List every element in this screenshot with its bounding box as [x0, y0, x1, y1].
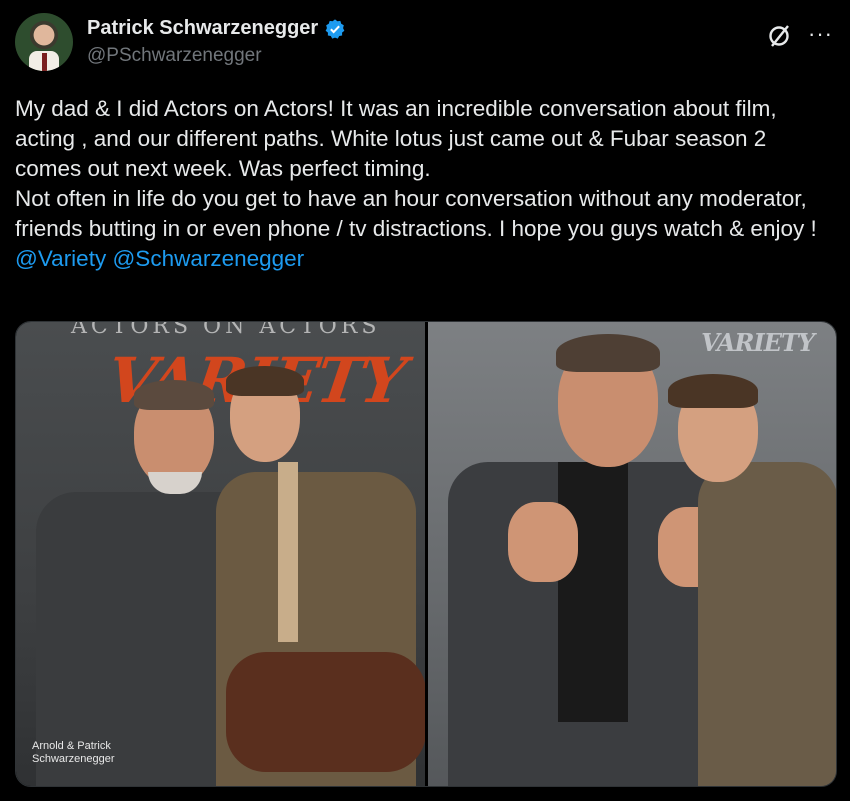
author-handle[interactable]: @PSchwarzenegger — [87, 45, 262, 67]
tweet-text: My dad & I did Actors on Actors! It was … — [15, 94, 835, 274]
masthead-top: ACTORS ON ACTORS — [71, 322, 381, 339]
caption-line-2: Schwarzenegger — [32, 753, 115, 765]
avatar[interactable] — [15, 13, 73, 71]
photo-portrait[interactable]: VARIETY — [427, 322, 836, 786]
tweet-header: Patrick Schwarzenegger @PSchwarzenegger … — [15, 13, 835, 77]
cover-caption: Arnold & Patrick Schwarzenegger — [32, 740, 115, 766]
mention-schwarzenegger[interactable]: @Schwarzenegger — [112, 246, 304, 271]
grok-icon[interactable] — [765, 21, 795, 51]
tweet-line-1: My dad & I did Actors on Actors! It was … — [15, 96, 783, 181]
photo-variety-cover[interactable]: ACTORS ON ACTORS VARIETY Arnold & Patric… — [16, 322, 425, 786]
caption-line-1: Arnold & Patrick — [32, 740, 111, 752]
author-row: Patrick Schwarzenegger — [87, 17, 346, 40]
author-name[interactable]: Patrick Schwarzenegger — [87, 17, 318, 40]
verified-badge-icon — [325, 18, 345, 39]
more-options-icon[interactable]: ··· — [808, 21, 833, 47]
mention-variety[interactable]: @Variety — [15, 246, 106, 271]
tweet-line-2: Not often in life do you get to have an … — [15, 186, 823, 241]
variety-watermark: VARIETY — [701, 328, 815, 357]
tweet-media[interactable]: ACTORS ON ACTORS VARIETY Arnold & Patric… — [15, 321, 837, 787]
